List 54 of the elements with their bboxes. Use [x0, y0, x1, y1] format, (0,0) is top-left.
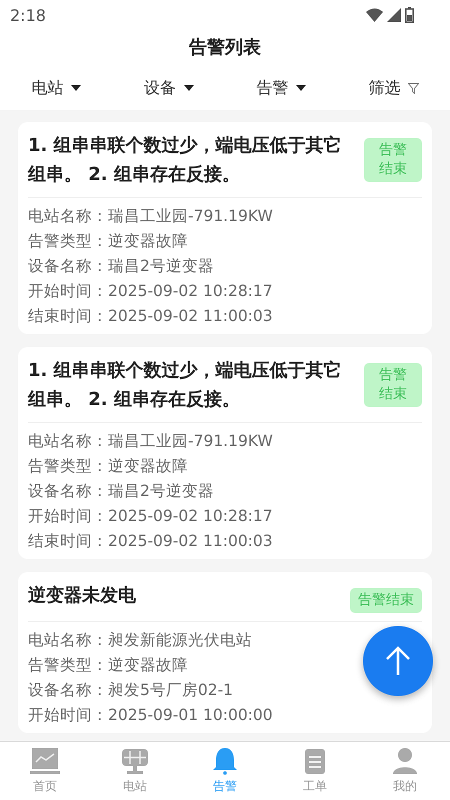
wifi-icon [366, 8, 383, 22]
field-label: 电站名称： [28, 206, 108, 227]
status-tag: 告警结束 [364, 138, 422, 182]
filter-dropdown[interactable]: 告警 [225, 78, 338, 98]
alarm-card[interactable]: 逆变器未发电 告警结束 电站名称：昶发新能源光伏电站 告警类型：逆变器故障 设备名称：昶发5号厂房02-1 开始时间：2025-09-01 10:00:00 [18, 572, 432, 733]
caret-icon [71, 85, 82, 91]
filter-icon [408, 82, 420, 94]
field-label: 设备名称： [28, 680, 108, 701]
field-label: 开始时间： [28, 281, 108, 302]
field-value: 逆变器故障 [108, 655, 188, 676]
field-label: 结束时间： [28, 531, 108, 552]
field-value: 昶发新能源光伏电站 [108, 630, 252, 651]
field-label: 结束时间： [28, 306, 108, 327]
alarm-card[interactable]: 1. 组串串联个数过少，端电压低于其它组串。 2. 组串存在反接。 告警结束 电站名称：瑞昌工业园-791.19KW 告警类型：逆变器故障 设备名称：瑞昌2号逆变器 开始时间：2025-09-02 10:28:17 结束时间：2025-09-02 11:00:03 [18, 122, 432, 334]
caret-icon [184, 85, 194, 91]
field-label: 告警类型： [28, 231, 108, 252]
battery-icon [405, 7, 414, 23]
status-tag: 告警结束 [350, 588, 422, 613]
field-value: 逆变器故障 [108, 456, 188, 477]
page-title: 告警列表 [188, 36, 262, 60]
signal-icon [387, 8, 401, 22]
alarm-title: 1. 组串串联个数过少，端电压低于其它组串。 2. 组串存在反接。 [28, 134, 343, 187]
alarm-card[interactable]: 1. 组串串联个数过少，端电压低于其它组串。 2. 组串存在反接。 告警结束 电站名称：瑞昌工业园-791.19KW 告警类型：逆变器故障 设备名称：瑞昌2号逆变器 开始时间：2025-09-02 10:28:17 结束时间：2025-09-02 11:00:03 [18, 347, 432, 559]
field-label: 告警类型： [28, 655, 108, 676]
field-value: 2025-09-02 11:00:03 [108, 306, 273, 327]
field-label: 设备名称： [28, 481, 108, 502]
field-label: 告警类型： [28, 456, 108, 477]
up-arrow-icon [385, 646, 411, 676]
solar-panel-icon [120, 747, 150, 775]
status-time: 2:18 [10, 6, 46, 24]
field-value: 2025-09-02 11:00:03 [108, 531, 273, 552]
chart-icon [30, 747, 60, 775]
field-value: 瑞昌2号逆变器 [108, 481, 214, 502]
field-value: 2025-09-02 10:28:17 [108, 506, 273, 527]
person-icon [390, 747, 420, 775]
field-value: 瑞昌工业园-791.19KW [108, 431, 273, 452]
filter-dropdown[interactable]: 筛选 [338, 78, 450, 98]
field-value: 瑞昌2号逆变器 [108, 256, 214, 277]
field-label: 电站名称： [28, 630, 108, 651]
caret-icon [296, 85, 306, 91]
alarm-title: 逆变器未发电 [28, 584, 137, 608]
field-value: 2025-09-01 10:00:00 [108, 705, 273, 726]
field-label: 开始时间： [28, 506, 108, 527]
field-value: 昶发5号厂房02-1 [108, 680, 234, 701]
alarm-title: 1. 组串串联个数过少，端电压低于其它组串。 2. 组串存在反接。 [28, 359, 343, 412]
field-label: 开始时间： [28, 705, 108, 726]
filter-dropdown[interactable]: 电站 [0, 78, 112, 98]
field-label: 设备名称： [28, 256, 108, 277]
status-tag: 告警结束 [364, 363, 422, 407]
field-value: 瑞昌工业园-791.19KW [108, 206, 273, 227]
field-value: 逆变器故障 [108, 231, 188, 252]
field-label: 电站名称： [28, 431, 108, 452]
filter-dropdown[interactable]: 设备 [112, 78, 225, 98]
field-value: 2025-09-02 10:28:17 [108, 281, 273, 302]
